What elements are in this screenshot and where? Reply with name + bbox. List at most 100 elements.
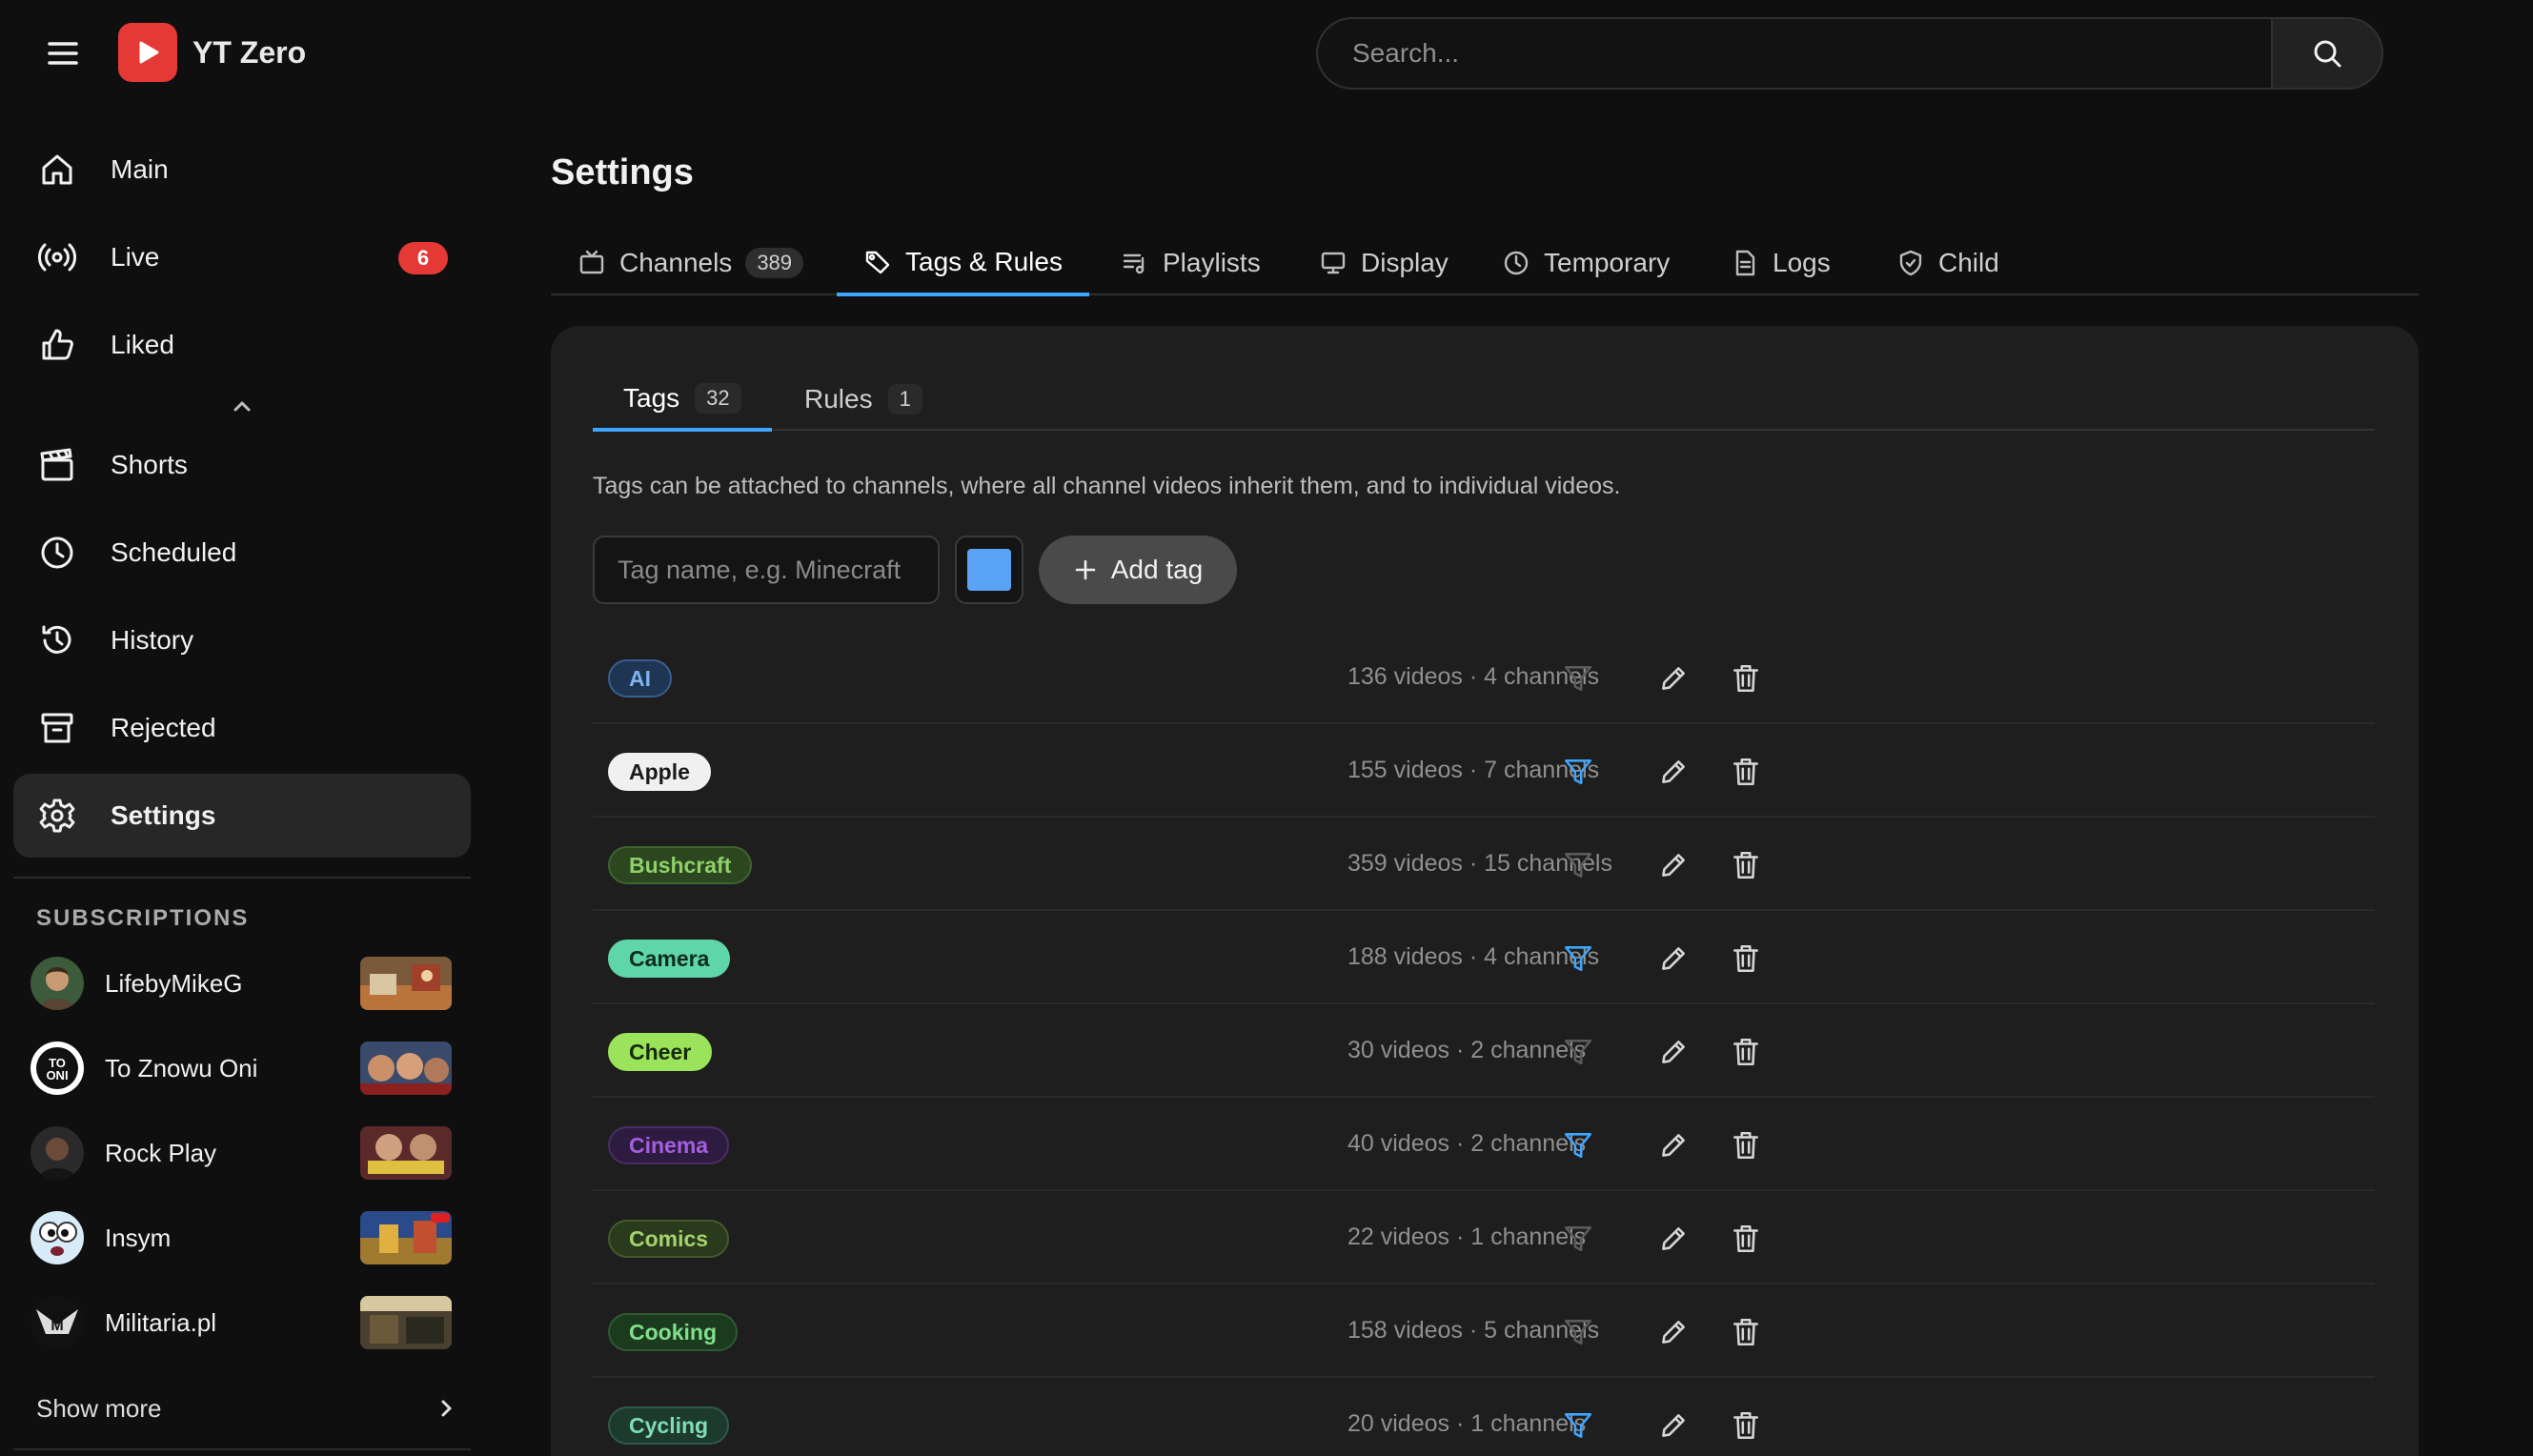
filter-toggle-button[interactable]	[1559, 1220, 1597, 1258]
edit-tag-button[interactable]	[1654, 1126, 1692, 1164]
filter-icon	[1564, 1040, 1592, 1064]
subscription-item[interactable]: M Militaria.pl	[13, 1284, 471, 1361]
play-logo-icon	[118, 23, 177, 82]
filter-icon	[1564, 853, 1592, 878]
delete-tag-button[interactable]	[1727, 659, 1765, 698]
edit-tag-button[interactable]	[1654, 846, 1692, 884]
search-button[interactable]	[2271, 17, 2383, 90]
subscription-item[interactable]: LifebyMikeG	[13, 945, 471, 1021]
top-bar: YT Zero	[0, 0, 2533, 107]
trash-icon	[1733, 1224, 1758, 1253]
trash-icon	[1733, 664, 1758, 693]
delete-tag-button[interactable]	[1727, 1220, 1765, 1258]
color-swatch	[967, 549, 1011, 591]
tab-tags-rules[interactable]: Tags & Rules	[837, 231, 1089, 296]
sidebar-item-label: History	[111, 625, 194, 655]
home-icon	[36, 149, 78, 191]
sidebar-item-scheduled[interactable]: Scheduled	[13, 511, 471, 595]
chevron-up-icon[interactable]	[229, 393, 255, 419]
subscription-item[interactable]: Insym	[13, 1200, 471, 1276]
tab-temporary[interactable]: Temporary	[1475, 231, 1696, 295]
edit-tag-button[interactable]	[1654, 940, 1692, 978]
sidebar-item-main[interactable]: Main	[13, 128, 471, 212]
tag-row: AI 136 videos · 4 channels	[593, 631, 2375, 724]
search-input[interactable]	[1316, 17, 2271, 90]
show-more-button[interactable]: Show more	[13, 1370, 471, 1446]
filter-toggle-button[interactable]	[1559, 1126, 1597, 1164]
tag-chip[interactable]: Cooking	[608, 1313, 738, 1351]
add-tag-button[interactable]: Add tag	[1039, 536, 1237, 604]
edit-tag-button[interactable]	[1654, 1406, 1692, 1445]
clock-icon	[1504, 251, 1529, 275]
sidebar-item-shorts[interactable]: Shorts	[13, 423, 471, 507]
subtab-tags[interactable]: Tags 32	[593, 368, 772, 432]
tag-row: Cheer 30 videos · 2 channels	[593, 1004, 2375, 1098]
tags-description: Tags can be attached to channels, where …	[593, 473, 1621, 499]
menu-icon[interactable]	[42, 34, 84, 72]
delete-tag-button[interactable]	[1727, 1313, 1765, 1351]
tag-icon	[865, 251, 890, 273]
edit-tag-button[interactable]	[1654, 1313, 1692, 1351]
subscription-name: Insym	[105, 1223, 172, 1252]
tag-chip[interactable]: Camera	[608, 940, 731, 978]
filter-toggle-button[interactable]	[1559, 1313, 1597, 1351]
tab-display[interactable]: Display	[1292, 231, 1475, 295]
delete-tag-button[interactable]	[1727, 1126, 1765, 1164]
tab-logs[interactable]: Logs	[1704, 231, 1857, 295]
tag-chip[interactable]: Cinema	[608, 1126, 730, 1164]
filter-toggle-button[interactable]	[1559, 1406, 1597, 1445]
clapperboard-icon	[36, 444, 78, 486]
filter-toggle-button[interactable]	[1559, 846, 1597, 884]
sidebar-item-history[interactable]: History	[13, 598, 471, 682]
sidebar: Main Live 6 Liked Shorts Scheduled Histo…	[0, 107, 486, 1456]
app-logo[interactable]: YT Zero	[118, 23, 306, 82]
edit-tag-button[interactable]	[1654, 1033, 1692, 1071]
tag-chip[interactable]: Apple	[608, 753, 711, 791]
tag-color-picker[interactable]	[955, 536, 1023, 604]
tags-rules-subtabs: Tags 32 Rules 1	[593, 368, 2375, 432]
tab-channels[interactable]: Channels 389	[551, 231, 830, 295]
tag-stats: 20 videos · 1 channels	[1348, 1410, 1587, 1437]
tag-stats: 40 videos · 2 channels	[1348, 1130, 1587, 1157]
filter-toggle-button[interactable]	[1559, 659, 1597, 698]
pencil-icon	[1662, 1134, 1685, 1157]
subscriptions-heading: SUBSCRIPTIONS	[36, 905, 250, 931]
delete-tag-button[interactable]	[1727, 753, 1765, 791]
delete-tag-button[interactable]	[1727, 1033, 1765, 1071]
tag-chip[interactable]: AI	[608, 659, 672, 698]
tab-child[interactable]: Child	[1870, 231, 2026, 295]
tag-chip[interactable]: Bushcraft	[608, 846, 753, 884]
tab-label: Playlists	[1163, 248, 1261, 277]
filter-toggle-button[interactable]	[1559, 940, 1597, 978]
sidebar-item-settings[interactable]: Settings	[13, 774, 471, 858]
edit-tag-button[interactable]	[1654, 753, 1692, 791]
filter-icon	[1564, 1133, 1592, 1158]
page-title: Settings	[551, 152, 694, 192]
tag-chip[interactable]: Cheer	[608, 1033, 713, 1071]
tag-row: Camera 188 videos · 4 channels	[593, 911, 2375, 1004]
subscription-item[interactable]: TO ONI To Znowu Oni	[13, 1030, 471, 1106]
tag-name-input[interactable]	[593, 536, 940, 604]
subtab-rules[interactable]: Rules 1	[774, 368, 953, 431]
filter-toggle-button[interactable]	[1559, 753, 1597, 791]
shield-icon	[1899, 250, 1922, 276]
filter-toggle-button[interactable]	[1559, 1033, 1597, 1071]
filter-icon	[1564, 759, 1592, 784]
tag-chip[interactable]: Cycling	[608, 1406, 730, 1445]
delete-tag-button[interactable]	[1727, 940, 1765, 978]
delete-tag-button[interactable]	[1727, 1406, 1765, 1445]
app-title: YT Zero	[193, 34, 307, 70]
edit-tag-button[interactable]	[1654, 659, 1692, 698]
filter-icon	[1564, 1413, 1592, 1438]
tab-label: Tags & Rules	[905, 246, 1063, 276]
sidebar-item-live[interactable]: Live 6	[13, 215, 471, 299]
subscription-item[interactable]: Rock Play	[13, 1115, 471, 1191]
tab-playlists[interactable]: Playlists	[1094, 231, 1287, 295]
sidebar-item-rejected[interactable]: Rejected	[13, 686, 471, 770]
delete-tag-button[interactable]	[1727, 846, 1765, 884]
tag-row: Bushcraft 359 videos · 15 channels	[593, 818, 2375, 911]
tag-chip[interactable]: Comics	[608, 1220, 730, 1258]
sidebar-item-label: Scheduled	[111, 537, 237, 567]
edit-tag-button[interactable]	[1654, 1220, 1692, 1258]
sidebar-item-liked[interactable]: Liked	[13, 303, 471, 387]
